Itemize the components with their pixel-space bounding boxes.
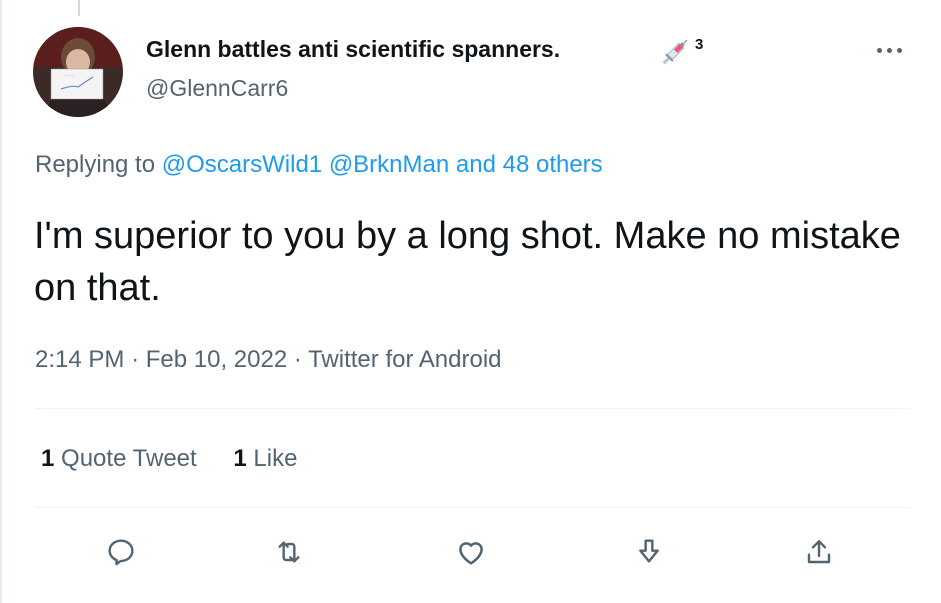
- avatar[interactable]: ~~~~: [33, 27, 123, 117]
- svg-text:~~~~: ~~~~: [65, 73, 75, 78]
- reply-mention-oscarswild1[interactable]: @OscarsWild1: [162, 151, 322, 178]
- reply-icon[interactable]: [103, 534, 139, 570]
- author-name[interactable]: Glenn battles anti scientific spanners.: [146, 36, 560, 63]
- share-icon[interactable]: [801, 534, 837, 570]
- retweet-icon[interactable]: [271, 534, 307, 570]
- author-superscript: 3: [695, 36, 704, 53]
- tweet-stats: 1 Quote Tweet 1 Like: [41, 445, 327, 473]
- meta-separator: ·: [131, 346, 140, 373]
- tweet-date[interactable]: Feb 10, 2022: [146, 346, 287, 373]
- tweet-source[interactable]: Twitter for Android: [308, 346, 501, 373]
- left-border: [0, 0, 2, 603]
- thread-connector-line: [78, 0, 80, 16]
- divider: [35, 507, 910, 508]
- more-horizontal-icon[interactable]: [866, 33, 912, 67]
- quote-label: Quote Tweet: [61, 445, 197, 472]
- likes-stat[interactable]: 1 Like: [233, 445, 297, 472]
- tweet-time[interactable]: 2:14 PM: [35, 346, 124, 373]
- tweet-text: I'm superior to you by a long shot. Make…: [34, 215, 901, 309]
- like-label: Like: [253, 445, 298, 472]
- replying-to-line: Replying to @OscarsWild1 @BrknMan and 48…: [35, 151, 603, 179]
- tweet-meta: 2:14 PM · Feb 10, 2022 · Twitter for And…: [35, 346, 502, 374]
- author-handle[interactable]: @GlennCarr6: [146, 75, 288, 102]
- syringe-icon: [657, 34, 693, 70]
- replying-prefix: Replying to: [35, 151, 156, 178]
- divider: [35, 408, 910, 409]
- reply-others-link[interactable]: and 48 others: [456, 151, 603, 178]
- like-count: 1: [233, 445, 247, 472]
- meta-separator: ·: [293, 346, 302, 373]
- downvote-icon[interactable]: [631, 534, 667, 570]
- heart-icon[interactable]: [453, 534, 489, 570]
- reply-mention-brknman[interactable]: @BrknMan: [329, 151, 449, 178]
- quote-tweets-stat[interactable]: 1 Quote Tweet: [41, 445, 197, 472]
- quote-count: 1: [41, 445, 55, 472]
